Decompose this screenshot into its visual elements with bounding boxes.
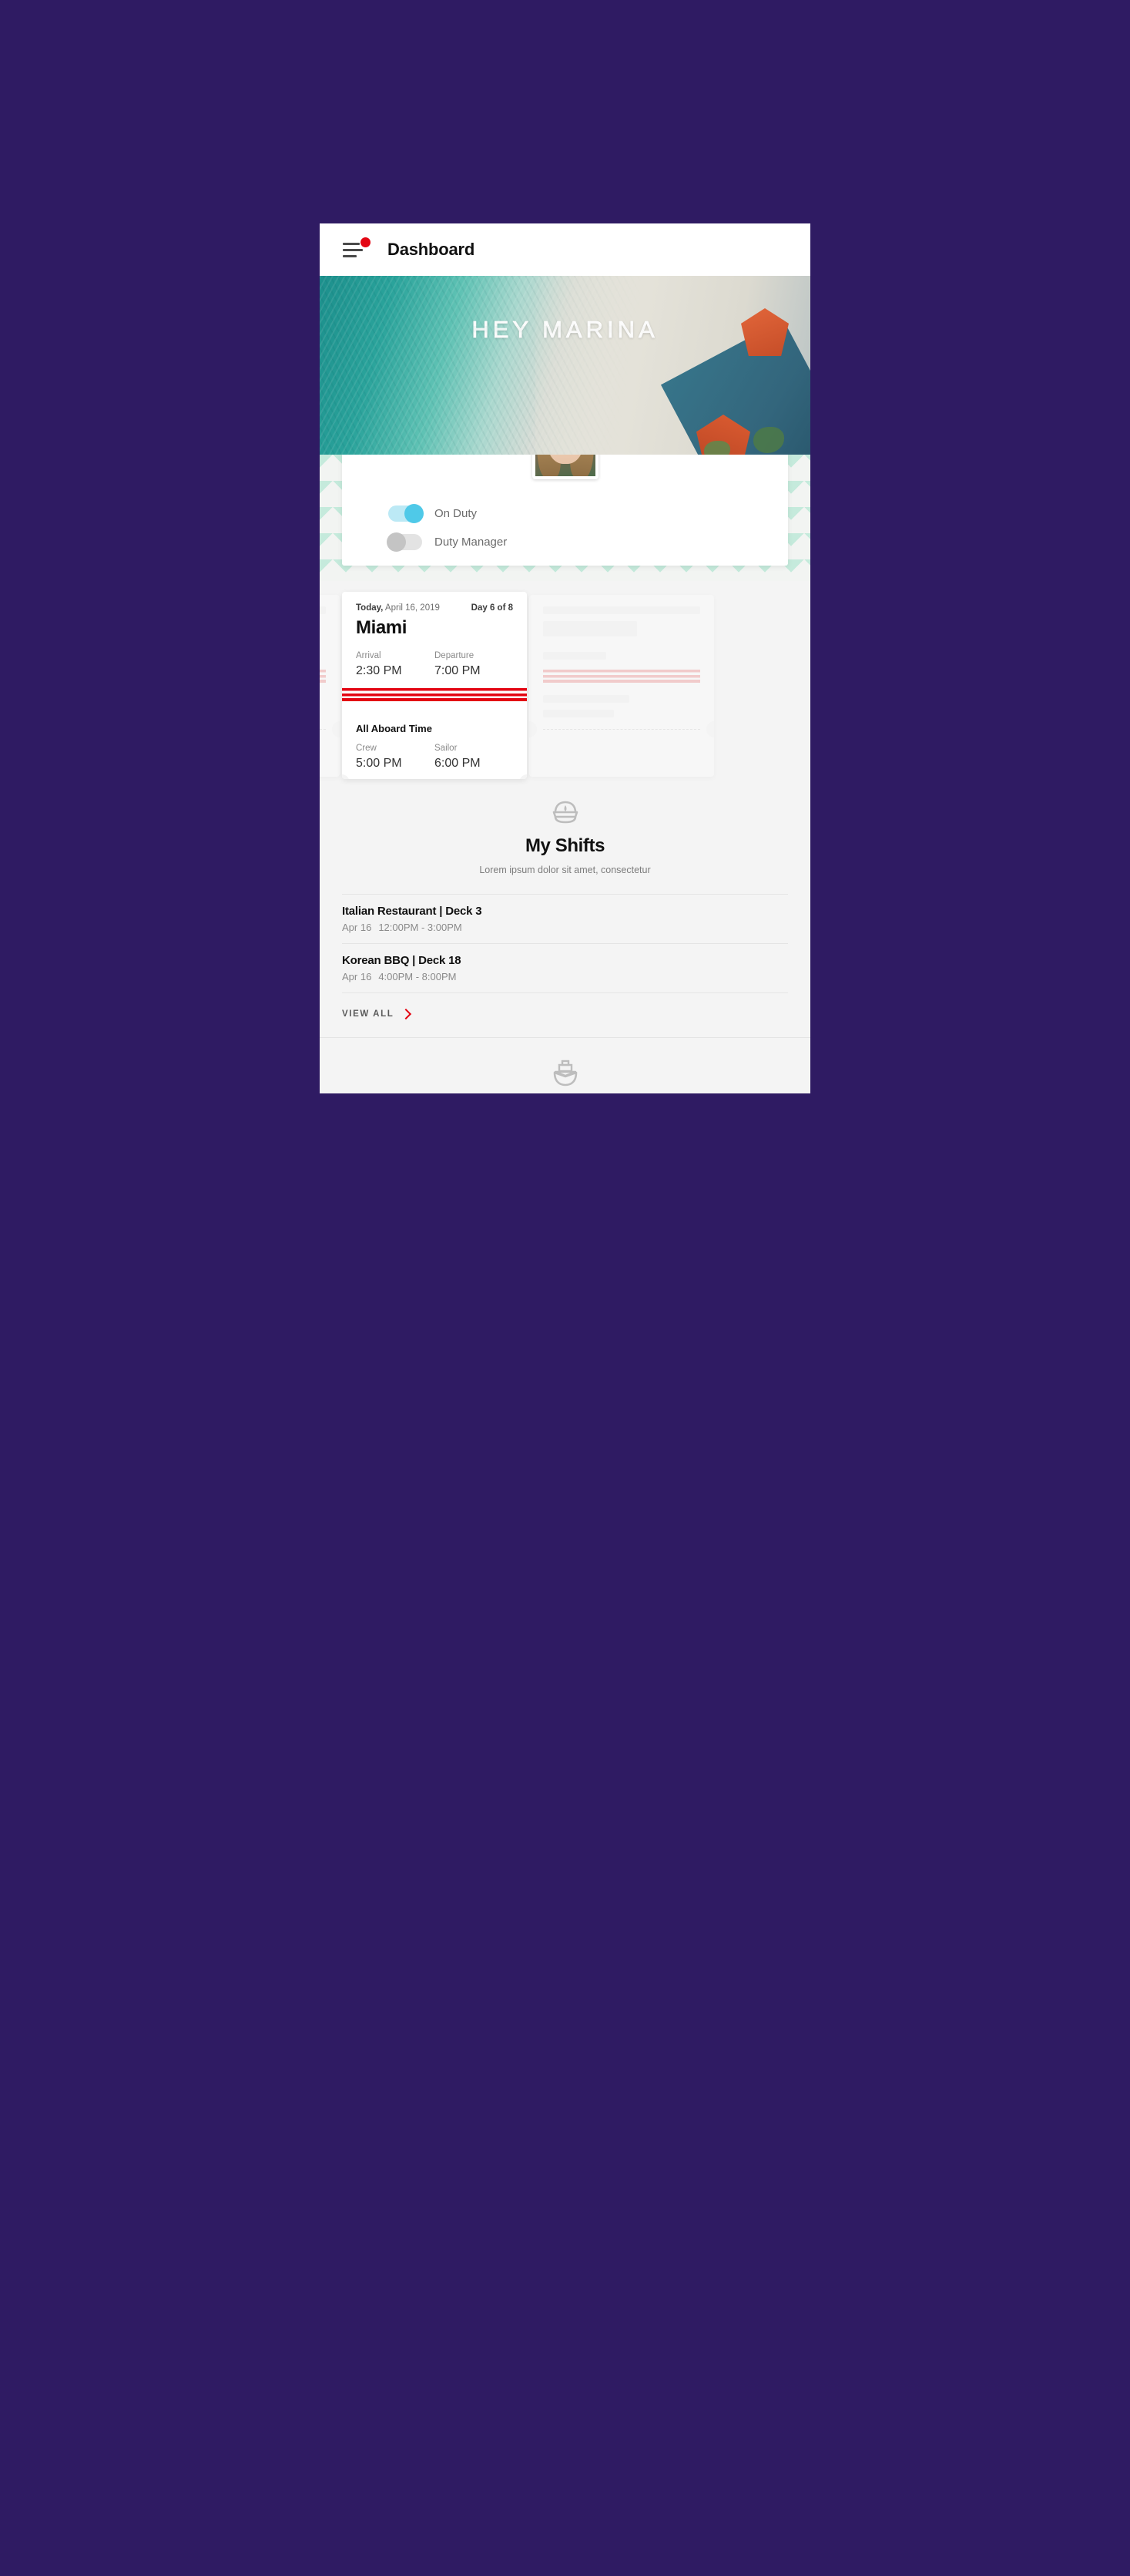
sailor-label: Sailor (434, 744, 458, 753)
red-stripe-divider (320, 670, 326, 683)
ticket-notch (342, 774, 350, 779)
hamburger-line (343, 248, 363, 251)
shift-schedule: Apr 16 12:00PM - 3:00PM (342, 922, 788, 933)
departure-label: Departure (434, 651, 474, 660)
hamburger-menu-icon[interactable] (343, 237, 371, 258)
shift-item[interactable]: Italian Restaurant | Deck 3 Apr 16 12:00P… (342, 894, 788, 945)
hamburger-line (343, 254, 357, 257)
toggle-on-duty[interactable]: On Duty (388, 504, 507, 523)
day-counter: Day 6 of 8 (471, 603, 513, 613)
avatar[interactable] (531, 455, 599, 479)
app-bar: Dashboard (320, 223, 810, 276)
profile-card: On Duty Duty Manager (342, 455, 788, 566)
view-all-label: VIEW ALL (342, 1009, 394, 1019)
crew-cell: Crew 5:00 PM (356, 744, 434, 771)
hero-greeting: HEY MARINA (320, 316, 810, 344)
itinerary-card-next[interactable] (529, 595, 714, 777)
switch-knob (387, 532, 406, 552)
shift-date: Apr 16 (342, 922, 372, 934)
spaces-header: Spaces Lorem ipsum dolor sit amet, conse… (342, 1038, 788, 1093)
itinerary-carousel[interactable]: Today, April 16, 2019 Day 6 of 8 Miami A… (320, 581, 810, 779)
placeholder-line (543, 695, 630, 703)
card-body: Today, April 16, 2019 Day 6 of 8 Miami A… (342, 592, 527, 678)
placeholder-line (320, 606, 326, 614)
departure-cell: Departure 7:00 PM (434, 651, 513, 678)
sailor-cell: Sailor 6:00 PM (434, 744, 513, 771)
ticket-notch (529, 721, 537, 737)
foliage-shape (704, 441, 730, 455)
card-body (320, 595, 340, 737)
ticket-perforation (529, 721, 714, 737)
shift-schedule: Apr 16 4:00PM - 8:00PM (342, 971, 788, 982)
arrival-time: 2:30 PM (356, 664, 402, 677)
ticket-notch (332, 721, 340, 737)
duty-toggles: On Duty Duty Manager (387, 504, 508, 552)
card-header-row: Today, April 16, 2019 Day 6 of 8 (356, 603, 513, 613)
hero-greeting-text: HEY MARINA (471, 316, 659, 344)
arrival-label: Arrival (356, 651, 381, 660)
today-date-value: April 16, 2019 (383, 603, 440, 613)
view-all-shifts-link[interactable]: VIEW ALL (342, 993, 788, 1037)
placeholder-line (543, 606, 700, 614)
chevron-right-icon (401, 1009, 412, 1020)
toggle-duty-manager[interactable]: Duty Manager (387, 532, 508, 552)
itinerary-card-previous[interactable] (320, 595, 340, 777)
placeholder-line (543, 710, 614, 717)
arrival-cell: Arrival 2:30 PM (356, 651, 434, 678)
red-stripe-divider (543, 670, 700, 683)
departure-time: 7:00 PM (434, 664, 481, 677)
shift-venue: Korean BBQ | Deck 18 (342, 954, 461, 968)
spaces-section: Spaces Lorem ipsum dolor sit amet, conse… (320, 1037, 810, 1093)
ticket-notch (706, 721, 714, 737)
on-duty-switch[interactable] (388, 504, 424, 523)
shift-list: Italian Restaurant | Deck 3 Apr 16 12:00P… (342, 894, 788, 994)
shift-hours: 4:00PM - 8:00PM (378, 971, 457, 983)
profile-band: On Duty Duty Manager (320, 455, 810, 581)
itinerary-card[interactable]: Today, April 16, 2019 Day 6 of 8 Miami A… (342, 592, 527, 779)
all-aboard-title: All Aboard Time (356, 723, 432, 734)
ship-icon (553, 1060, 577, 1086)
my-shifts-title: My Shifts (525, 835, 605, 856)
canvas: Dashboard HEY MARINA On Duty Duty Manage… (0, 0, 1130, 2576)
placeholder-line (543, 652, 606, 660)
ticket-perforation (320, 721, 340, 737)
shift-item[interactable]: Korean BBQ | Deck 18 Apr 16 4:00PM - 8:00… (342, 944, 788, 994)
today-date: Today, April 16, 2019 (356, 603, 440, 613)
my-shifts-header: My Shifts Lorem ipsum dolor sit amet, co… (342, 778, 788, 877)
shift-hours: 12:00PM - 3:00PM (378, 922, 462, 934)
page-title: Dashboard (387, 240, 475, 259)
phone-screen: Dashboard HEY MARINA On Duty Duty Manage… (320, 223, 810, 1093)
hamburger-line (343, 242, 360, 245)
sailor-time: 6:00 PM (434, 757, 481, 770)
crew-label: Crew (356, 744, 377, 753)
ticket-notch (519, 774, 527, 779)
duty-manager-label: Duty Manager (434, 536, 508, 549)
crew-time: 5:00 PM (356, 757, 402, 770)
switch-knob (404, 504, 424, 523)
all-aboard-grid: Crew 5:00 PM Sailor 6:00 PM (356, 744, 513, 771)
placeholder-line (543, 621, 638, 636)
my-shifts-subtitle: Lorem ipsum dolor sit amet, consectetur (479, 865, 651, 875)
shift-date: Apr 16 (342, 971, 372, 983)
my-shifts-section: My Shifts Lorem ipsum dolor sit amet, co… (320, 778, 810, 1038)
red-stripe-divider (342, 688, 527, 701)
shift-venue: Italian Restaurant | Deck 3 (342, 905, 482, 919)
notification-dot (360, 237, 371, 247)
hero-banner: HEY MARINA (320, 276, 810, 455)
port-name: Miami (356, 617, 407, 638)
arrival-departure-grid: Arrival 2:30 PM Departure 7:00 PM (356, 651, 513, 678)
card-body (529, 595, 714, 737)
today-prefix: Today, (356, 603, 384, 613)
captain-hat-icon (552, 801, 578, 824)
all-aboard-body: All Aboard Time Crew 5:00 PM Sailor 6:00… (342, 701, 527, 779)
duty-manager-switch[interactable] (387, 532, 422, 552)
on-duty-label: On Duty (434, 507, 478, 520)
